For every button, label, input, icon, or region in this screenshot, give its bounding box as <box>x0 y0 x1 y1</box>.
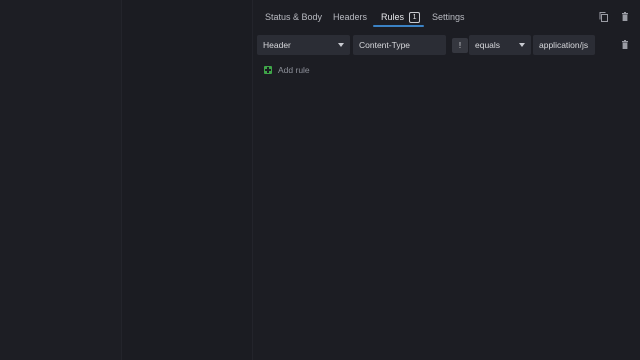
copy-icon[interactable] <box>597 10 611 24</box>
tab-rules[interactable]: Rules 1 <box>381 7 421 27</box>
tab-label: Status & Body <box>265 12 323 22</box>
tab-status-body[interactable]: Status & Body <box>265 7 322 27</box>
rule-source-value: Header <box>263 40 291 50</box>
rule-operator-value: equals <box>475 40 501 50</box>
plus-square-icon <box>264 66 272 74</box>
delete-rule-trash-icon[interactable] <box>618 38 632 52</box>
tab-settings[interactable]: Settings <box>432 7 465 27</box>
tab-bar: Status & Body Headers Rules 1 Settings <box>253 0 640 30</box>
active-tab-indicator <box>373 25 424 27</box>
app-window: Status & Body Headers Rules 1 Settings H… <box>0 0 640 360</box>
negate-toggle[interactable]: ! <box>452 38 468 53</box>
tab-label: Settings <box>432 12 465 22</box>
rule-header-name-value: Content-Type <box>359 40 411 50</box>
rule-value-input[interactable]: application/js <box>533 35 595 55</box>
rule-row: Header Content-Type ! equals application… <box>257 35 640 55</box>
sidebar <box>0 0 122 360</box>
tab-headers[interactable]: Headers <box>333 7 367 27</box>
request-list-pane <box>122 0 253 360</box>
tab-label: Rules <box>381 12 405 22</box>
response-panel: Status & Body Headers Rules 1 Settings H… <box>253 0 640 360</box>
rule-operator-select[interactable]: equals <box>469 35 531 55</box>
trash-icon[interactable] <box>618 10 632 24</box>
tab-label: Headers <box>333 12 368 22</box>
chevron-down-icon <box>519 43 525 47</box>
add-rule-label: Add rule <box>278 65 310 75</box>
rule-value-text: application/js <box>539 40 589 50</box>
rule-source-select[interactable]: Header <box>257 35 350 55</box>
chevron-down-icon <box>338 43 344 47</box>
rule-header-name-input[interactable]: Content-Type <box>353 35 446 55</box>
add-rule-button[interactable]: Add rule <box>264 63 310 77</box>
rules-count-badge: 1 <box>409 12 421 23</box>
